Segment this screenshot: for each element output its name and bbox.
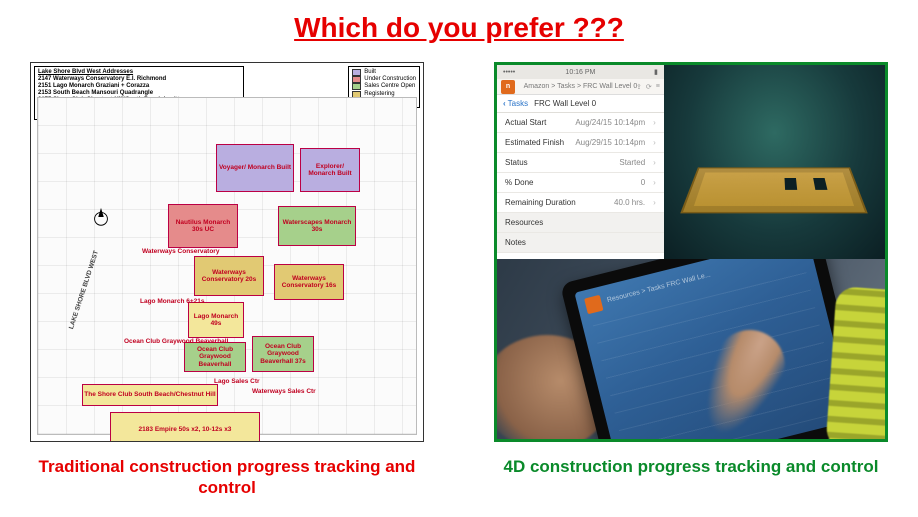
siteplan-label: Lago Monarch 6+21s (140, 298, 204, 305)
comparison-row: Lake Shore Blvd West Addresses 2147 Wate… (0, 44, 918, 499)
app-field-row[interactable]: Estimated Finish Aug/29/15 10:14pm › (497, 133, 664, 153)
siteplan-block: Waterways Conservatory 20s (194, 256, 264, 296)
app-nav-bar: Tasks FRC Wall Level 0 (497, 95, 664, 113)
app-field-row[interactable]: Status Started › (497, 153, 664, 173)
legend-item: Sales Centre Open (352, 83, 416, 90)
field-value: Started (619, 158, 645, 167)
legend-swatch (352, 83, 361, 90)
siteplan-addr-0: 2147 Waterways Conservatory E.I. Richmon… (38, 76, 240, 83)
app-field-row[interactable]: % Done 0 › (497, 173, 664, 193)
siteplan-block: Ocean Club Graywood Beaverhall 37s (252, 336, 314, 372)
legend-label: Sales Centre Open (364, 83, 415, 90)
app-title-bar: n Amazon > Tasks > FRC Wall Level 0 ⇪ ⟳ … (497, 79, 664, 95)
field-label: Notes (505, 238, 526, 247)
chevron-right-icon: › (653, 138, 656, 147)
tablet-app-screenshot: ••••• 10:16 PM ▮ n Amazon > Tasks > FRC … (497, 65, 885, 259)
field-value: 0 (641, 178, 645, 187)
siteplan-block: Waterways Conservatory 16s (274, 264, 344, 300)
share-icon[interactable]: ⇪ (636, 83, 642, 91)
slide-title: Which do you prefer ??? (0, 0, 918, 44)
status-time: 10:16 PM (565, 69, 595, 76)
siteplan-block: Nautilus Monarch 30s UC (168, 204, 238, 248)
back-button[interactable]: Tasks (503, 99, 528, 108)
app-field-row[interactable]: Remaining Duration 40.0 hrs. › (497, 193, 664, 213)
siteplan-label: Waterways Sales Ctr (252, 388, 316, 395)
siteplan-label: Ocean Club Graywood Beaverhall (124, 338, 228, 345)
app-breadcrumb: Amazon > Tasks > FRC Wall Level 0 (524, 83, 638, 90)
siteplan-label: Waterways Conservatory (142, 248, 219, 255)
chevron-right-icon: › (653, 178, 656, 187)
3d-model-viewport[interactable] (664, 65, 885, 259)
caption-traditional: Traditional construction progress tracki… (30, 442, 424, 499)
caption-4d: 4D construction progress tracking and co… (494, 442, 888, 477)
siteplan-header-title: Lake Shore Blvd West Addresses (38, 69, 240, 76)
siteplan-block: 2183 Empire 50s x2, 10-12s x3 (110, 412, 260, 442)
field-label: Resources (505, 218, 543, 227)
status-bar: ••••• 10:16 PM ▮ (497, 65, 664, 79)
field-label: Status (505, 158, 528, 167)
field-label: Remaining Duration (505, 198, 576, 207)
chevron-right-icon: › (653, 158, 656, 167)
siteplan-block: Explorer/ Monarch Built (300, 148, 360, 192)
legend-item: Under Construction (352, 76, 416, 83)
signal-icon: ••••• (503, 69, 515, 76)
siteplan-block: Lago Monarch 49s (188, 302, 244, 338)
battery-icon: ▮ (654, 68, 658, 76)
siteplan-addr-1: 2151 Lago Monarch Graziani + Corazza (38, 83, 240, 90)
chevron-right-icon: › (653, 118, 656, 127)
3d-wall-model (681, 167, 869, 213)
panel-4d: ••••• 10:16 PM ▮ n Amazon > Tasks > FRC … (494, 62, 888, 477)
siteplan-block: Ocean Club Graywood Beaverhall (184, 342, 246, 372)
legend-item: Built (352, 69, 416, 76)
siteplan-image: Lake Shore Blvd West Addresses 2147 Wate… (30, 62, 424, 442)
4d-image: ••••• 10:16 PM ▮ n Amazon > Tasks > FRC … (494, 62, 888, 442)
siteplan-grid: Voyager/ Monarch BuiltExplorer/ Monarch … (37, 97, 417, 435)
hi-vis-vest (825, 286, 885, 439)
legend-swatch (352, 76, 361, 83)
field-label: Estimated Finish (505, 138, 564, 147)
app-logo-icon: n (501, 80, 515, 94)
siteplan-label: Lago Sales Ctr (214, 378, 260, 385)
tablet-photo: Resources > Tasks FRC Wall Le... (497, 259, 885, 439)
field-label: Actual Start (505, 118, 546, 127)
sync-icon[interactable]: ⟳ (646, 83, 652, 91)
siteplan-block: Voyager/ Monarch Built (216, 144, 294, 192)
app-fields: Actual StartAug/24/15 10:14pm›Estimated … (497, 113, 664, 259)
field-value: Aug/29/15 10:14pm (575, 138, 645, 147)
legend-label: Under Construction (364, 76, 416, 83)
chevron-right-icon: › (653, 198, 656, 207)
menu-icon[interactable]: ≡ (656, 83, 660, 91)
compass-icon (90, 206, 112, 228)
field-label: % Done (505, 178, 533, 187)
app-page-title: FRC Wall Level 0 (534, 99, 596, 108)
field-value: 40.0 hrs. (614, 198, 645, 207)
siteplan-addr-2: 2153 South Beach Mansouri Quadrangle (38, 90, 240, 97)
siteplan-label: LAKE SHORE BLVD WEST (68, 250, 100, 330)
app-field-row[interactable]: Resources (497, 213, 664, 233)
siteplan-block: Waterscapes Monarch 30s (278, 206, 356, 246)
siteplan-block: The Shore Club South Beach/Chestnut Hill (82, 384, 218, 406)
field-value: Aug/24/15 10:14pm (575, 118, 645, 127)
app-field-row[interactable]: Notes (497, 233, 664, 253)
app-field-row[interactable]: Actual Start Aug/24/15 10:14pm › (497, 113, 664, 133)
legend-label: Built (364, 69, 376, 76)
app-detail-pane: ••••• 10:16 PM ▮ n Amazon > Tasks > FRC … (497, 65, 664, 259)
legend-swatch (352, 69, 361, 76)
panel-traditional: Lake Shore Blvd West Addresses 2147 Wate… (30, 62, 424, 499)
